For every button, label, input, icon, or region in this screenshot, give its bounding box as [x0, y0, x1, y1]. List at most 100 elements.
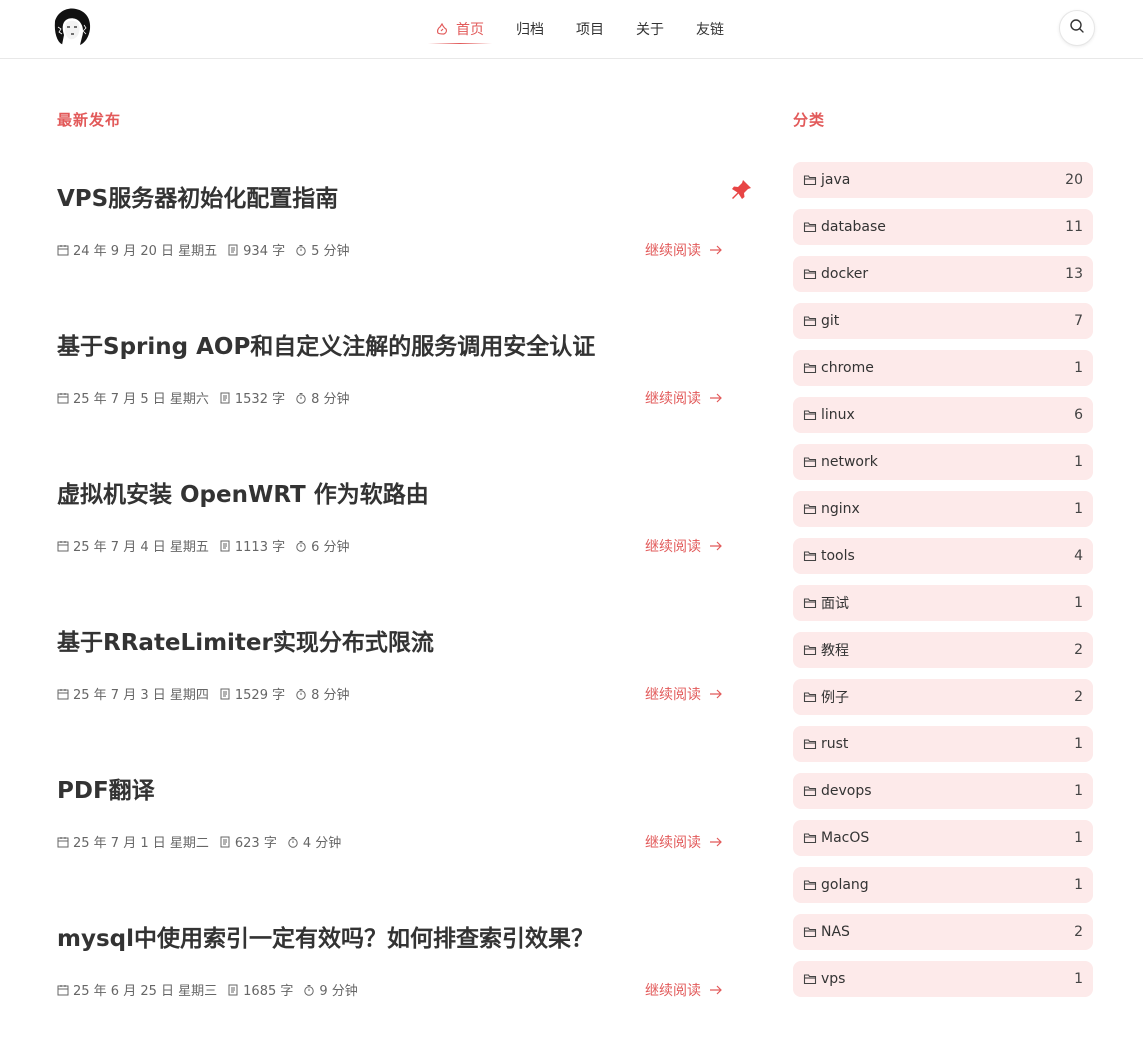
- category-name: NAS: [821, 924, 850, 940]
- post-title[interactable]: mysql中使用索引一定有效吗？如何排查索引效果？: [57, 919, 594, 953]
- folder-icon: [803, 361, 817, 375]
- category-name: java: [821, 172, 851, 188]
- post-words-text: 623 字: [234, 836, 277, 851]
- category-item[interactable]: tools 4: [793, 538, 1093, 574]
- nav-links[interactable]: 友链: [680, 0, 740, 58]
- category-item[interactable]: chrome 1: [793, 350, 1093, 386]
- category-name: 例子: [821, 690, 849, 706]
- document-icon: [219, 392, 235, 404]
- folder-icon: [803, 267, 817, 281]
- category-count: 4: [1074, 548, 1083, 564]
- category-item[interactable]: NAS 2: [793, 914, 1093, 950]
- nav-home-label: 首页: [456, 22, 484, 38]
- post-read-time: 4 分钟: [287, 832, 341, 851]
- post-date-text: 24 年 9 月 20 日 星期五: [73, 244, 218, 259]
- category-item[interactable]: java 20: [793, 162, 1093, 198]
- folder-icon: [803, 173, 817, 187]
- post-words-text: 1532 字: [234, 392, 286, 407]
- post-title[interactable]: 基于Spring AOP和自定义注解的服务调用安全认证: [57, 327, 595, 361]
- category-count: 1: [1074, 501, 1083, 517]
- read-more-label: 继续阅读: [645, 983, 701, 999]
- post-item: 基于Spring AOP和自定义注解的服务调用安全认证 25 年 7 月 5 日 …: [57, 316, 757, 464]
- category-count: 2: [1074, 689, 1083, 705]
- read-more-link[interactable]: 继续阅读: [645, 684, 723, 704]
- post-word-count: 1529 字: [219, 684, 285, 703]
- folder-icon: [803, 596, 817, 610]
- arrow-right-icon: [701, 984, 723, 996]
- post-words-text: 934 字: [243, 244, 286, 259]
- nav-about[interactable]: 关于: [620, 0, 680, 58]
- read-more-link[interactable]: 继续阅读: [645, 536, 723, 556]
- post-read-time: 9 分钟: [303, 980, 358, 999]
- post-words-text: 1113 字: [234, 540, 286, 555]
- category-item[interactable]: linux 6: [793, 397, 1093, 433]
- read-more-label: 继续阅读: [645, 835, 701, 851]
- category-item[interactable]: rust 1: [793, 726, 1093, 762]
- avatar-logo[interactable]: [52, 7, 92, 47]
- read-more-link[interactable]: 继续阅读: [645, 240, 723, 260]
- post-time-text: 4 分钟: [302, 836, 342, 851]
- category-name: tools: [821, 548, 855, 564]
- timer-icon: [295, 392, 311, 404]
- post-title[interactable]: 虚拟机安装 OpenWRT 作为软路由: [57, 475, 429, 509]
- category-count: 1: [1074, 783, 1083, 799]
- category-count: 2: [1074, 924, 1083, 940]
- read-more-link[interactable]: 继续阅读: [645, 388, 723, 408]
- post-meta: 25 年 7 月 4 日 星期五 1113 字 6 分钟: [57, 536, 360, 555]
- nav-projects-label: 项目: [576, 22, 604, 38]
- category-count: 1: [1074, 830, 1083, 846]
- category-name: git: [821, 313, 840, 329]
- read-more-link[interactable]: 继续阅读: [645, 832, 723, 852]
- nav-home[interactable]: 首页: [420, 0, 500, 58]
- nav-archive[interactable]: 归档: [500, 0, 560, 58]
- category-item[interactable]: golang 1: [793, 867, 1093, 903]
- post-word-count: 1532 字: [219, 388, 285, 407]
- post-date-text: 25 年 7 月 3 日 星期四: [73, 688, 209, 703]
- folder-icon: [803, 690, 817, 704]
- category-item[interactable]: devops 1: [793, 773, 1093, 809]
- category-item[interactable]: MacOS 1: [793, 820, 1093, 856]
- post-date-text: 25 年 7 月 1 日 星期二: [73, 836, 209, 851]
- document-icon: [227, 244, 243, 256]
- document-icon: [219, 688, 235, 700]
- category-name: 面试: [821, 596, 849, 612]
- search-button[interactable]: [1059, 10, 1095, 46]
- category-item[interactable]: 面试 1: [793, 585, 1093, 621]
- folder-icon: [803, 878, 817, 892]
- category-item[interactable]: network 1: [793, 444, 1093, 480]
- category-name: docker: [821, 266, 869, 282]
- post-item: 基于RRateLimiter实现分布式限流 25 年 7 月 3 日 星期四 152…: [57, 612, 757, 760]
- category-name: nginx: [821, 501, 860, 517]
- post-meta: 25 年 7 月 3 日 星期四 1529 字 8 分钟: [57, 684, 360, 703]
- category-item[interactable]: 教程 2: [793, 632, 1093, 668]
- nav-projects[interactable]: 项目: [560, 0, 620, 58]
- arrow-right-icon: [701, 688, 723, 700]
- folder-icon: [803, 784, 817, 798]
- nav-archive-label: 归档: [516, 22, 544, 38]
- category-name: vps: [821, 971, 846, 987]
- calendar-icon: [57, 392, 73, 404]
- category-count: 1: [1074, 595, 1083, 611]
- post-title[interactable]: 基于RRateLimiter实现分布式限流: [57, 623, 434, 657]
- folder-icon: [803, 549, 817, 563]
- nav-about-label: 关于: [636, 22, 664, 38]
- post-date-text: 25 年 6 月 25 日 星期三: [73, 984, 218, 999]
- category-item[interactable]: git 7: [793, 303, 1093, 339]
- post-time-text: 8 分钟: [311, 688, 350, 703]
- category-item[interactable]: 例子 2: [793, 679, 1093, 715]
- nav-links-label: 友链: [696, 22, 724, 38]
- category-item[interactable]: vps 1: [793, 961, 1093, 997]
- read-more-link[interactable]: 继续阅读: [645, 980, 723, 1000]
- post-title[interactable]: PDF翻译: [57, 771, 155, 805]
- post-title[interactable]: VPS服务器初始化配置指南: [57, 179, 338, 213]
- arrow-right-icon: [701, 244, 723, 256]
- arrow-right-icon: [701, 836, 723, 848]
- read-more-label: 继续阅读: [645, 687, 701, 703]
- category-item[interactable]: nginx 1: [793, 491, 1093, 527]
- category-count: 13: [1065, 266, 1083, 282]
- post-meta: 25 年 7 月 5 日 星期六 1532 字 8 分钟: [57, 388, 360, 407]
- post-item: VPS服务器初始化配置指南 24 年 9 月 20 日 星期五 934 字 5 分钟 继…: [57, 168, 757, 316]
- category-item[interactable]: database 11: [793, 209, 1093, 245]
- post-date: 24 年 9 月 20 日 星期五: [57, 240, 217, 259]
- category-item[interactable]: docker 13: [793, 256, 1093, 292]
